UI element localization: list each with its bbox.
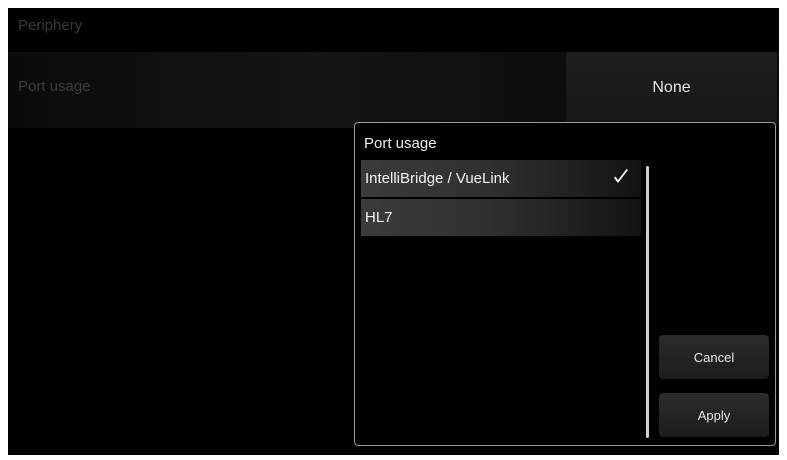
port-usage-value: None [652, 79, 691, 96]
port-usage-value-button[interactable]: None [566, 52, 777, 124]
cancel-button-label: Cancel [693, 349, 735, 365]
list-item-label: IntelliBridge / VueLink [365, 170, 510, 187]
screen: Periphery Port usage None Port usage Int… [8, 8, 779, 455]
port-usage-dialog: Port usage IntelliBridge / VueLink HL7 C… [354, 122, 776, 446]
apply-button-label: Apply [697, 407, 731, 423]
list-scrollbar[interactable] [646, 166, 649, 438]
list-item-label: HL7 [365, 209, 393, 226]
section-header: Periphery [8, 8, 779, 46]
list-item-hl7[interactable]: HL7 [361, 199, 641, 236]
setting-label: Port usage [18, 78, 91, 95]
cancel-button[interactable]: Cancel [659, 335, 769, 379]
apply-button[interactable]: Apply [659, 393, 769, 437]
dialog-title: Port usage [364, 135, 437, 152]
list-item-intellibridge[interactable]: IntelliBridge / VueLink [361, 160, 641, 197]
setting-row-port-usage: Port usage None [8, 52, 779, 128]
section-title: Periphery [18, 17, 83, 34]
checkmark-icon [613, 168, 629, 186]
port-usage-list: IntelliBridge / VueLink HL7 [361, 160, 641, 440]
